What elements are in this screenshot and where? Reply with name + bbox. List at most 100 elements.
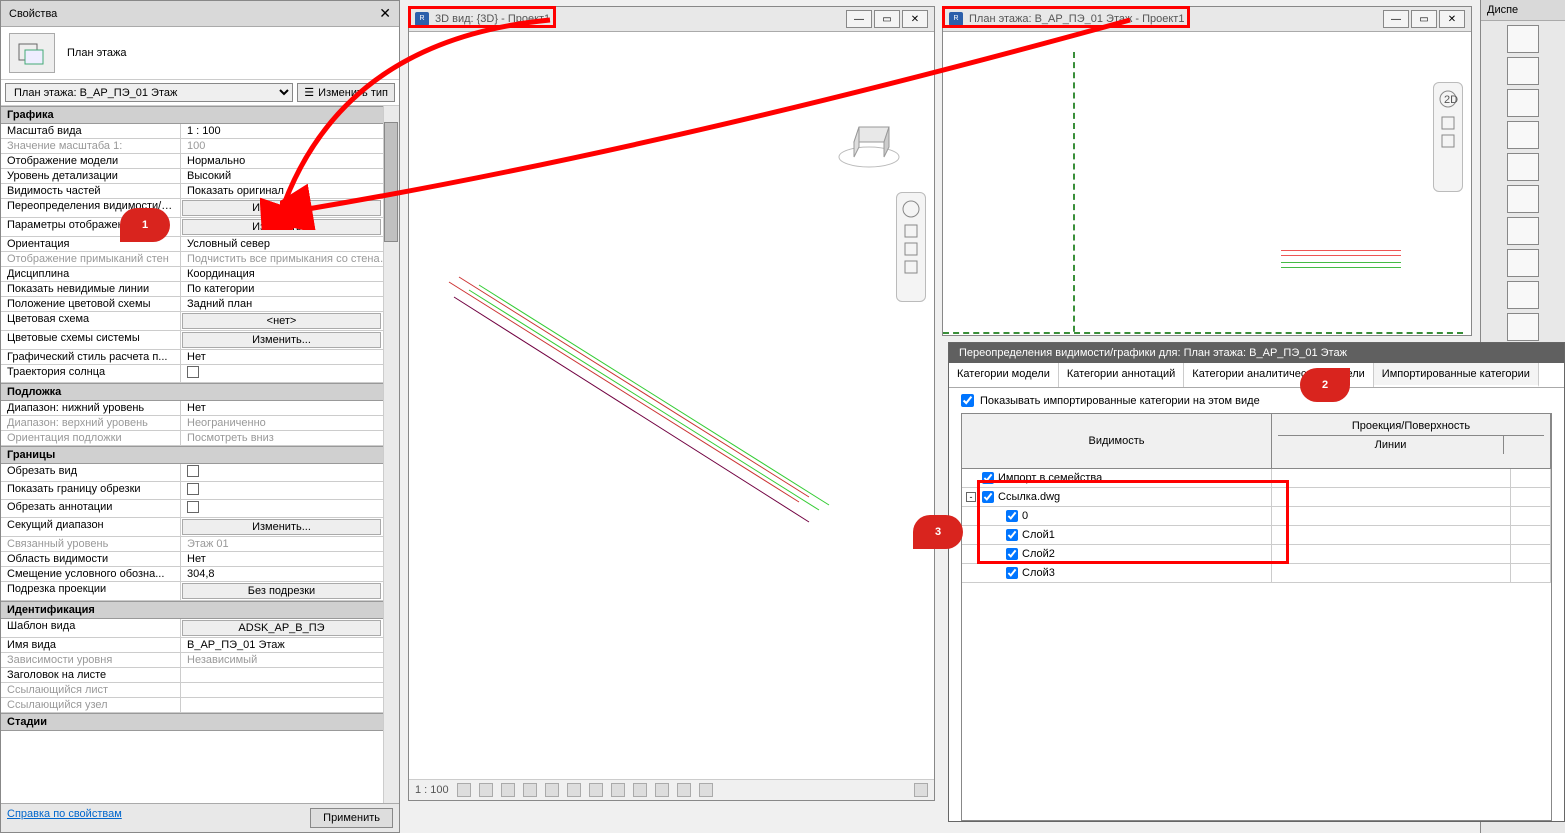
scale-label[interactable]: 1 : 100 (415, 784, 449, 796)
maximize-button[interactable]: ▭ (1411, 10, 1437, 28)
dialog-tab[interactable]: Категории модели (949, 363, 1059, 387)
group-header[interactable]: Подложка⌃ (1, 383, 399, 401)
dispatcher-icon[interactable] (1507, 185, 1539, 213)
property-value[interactable] (181, 365, 399, 382)
property-value[interactable]: Изменить... (182, 519, 381, 535)
minimize-button[interactable]: — (846, 10, 872, 28)
property-value[interactable]: Высокий (181, 169, 399, 183)
status-icon[interactable] (914, 783, 928, 797)
view-3d-canvas[interactable] (409, 32, 934, 779)
property-value[interactable]: 1 : 100 (181, 124, 399, 138)
view-plan-titlebar[interactable]: R План этажа: В_АР_ПЭ_01 Этаж - Проект1 … (943, 7, 1471, 32)
type-selector[interactable]: План этажа: В_АР_ПЭ_01 Этаж (5, 83, 293, 102)
maximize-button[interactable]: ▭ (874, 10, 900, 28)
status-icon[interactable] (501, 783, 515, 797)
category-checkbox[interactable] (1006, 510, 1018, 522)
col-projection[interactable]: Проекция/Поверхность Линии (1272, 414, 1551, 468)
property-value[interactable]: Независимый (181, 653, 399, 667)
property-value[interactable]: Нет (181, 350, 399, 364)
property-value[interactable]: Условный север (181, 237, 399, 251)
dispatcher-icon[interactable] (1507, 217, 1539, 245)
property-value[interactable]: По категории (181, 282, 399, 296)
status-icon[interactable] (589, 783, 603, 797)
status-icon[interactable] (611, 783, 625, 797)
property-value[interactable]: Координация (181, 267, 399, 281)
status-icon[interactable] (677, 783, 691, 797)
property-value[interactable]: В_АР_ПЭ_01 Этаж (181, 638, 399, 652)
property-value[interactable] (181, 668, 399, 682)
dialog-title[interactable]: Переопределения видимости/графики для: П… (949, 343, 1564, 363)
property-value[interactable]: 304,8 (181, 567, 399, 581)
navigation-bar[interactable]: 2D (1433, 82, 1463, 192)
property-value[interactable] (181, 698, 399, 712)
category-checkbox[interactable] (1006, 567, 1018, 579)
close-icon[interactable]: ✕ (379, 5, 391, 22)
show-imported-checkbox[interactable] (961, 394, 974, 407)
status-icon[interactable] (699, 783, 713, 797)
view-plan-canvas[interactable]: 2D (943, 32, 1471, 335)
category-checkbox[interactable] (1006, 529, 1018, 541)
property-value[interactable]: Изменить... (182, 219, 381, 235)
group-header[interactable]: Идентификация⌃ (1, 601, 399, 619)
status-icon[interactable] (545, 783, 559, 797)
status-icon[interactable] (457, 783, 471, 797)
col-lines[interactable]: Линии (1278, 436, 1504, 454)
dialog-tab[interactable]: Категории аннотаций (1059, 363, 1184, 387)
dispatcher-icon[interactable] (1507, 121, 1539, 149)
property-value[interactable]: Задний план (181, 297, 399, 311)
property-value[interactable] (181, 464, 399, 481)
dispatcher-icon[interactable] (1507, 313, 1539, 341)
close-button[interactable]: ✕ (902, 10, 928, 28)
status-icon[interactable] (479, 783, 493, 797)
category-row[interactable]: Импорт в семейства (962, 469, 1551, 488)
apply-button[interactable]: Применить (310, 808, 393, 828)
dispatcher-icon[interactable] (1507, 25, 1539, 53)
property-value[interactable]: Нет (181, 552, 399, 566)
property-value[interactable]: Изменить... (182, 332, 381, 348)
category-checkbox[interactable] (1006, 548, 1018, 560)
tree-expander-icon[interactable]: - (966, 492, 976, 502)
dispatcher-icon[interactable] (1507, 153, 1539, 181)
dispatcher-icon[interactable] (1507, 249, 1539, 277)
category-row[interactable]: 0 (962, 507, 1551, 526)
view-3d-titlebar[interactable]: R 3D вид: {3D} - Проект1 — ▭ ✕ (409, 7, 934, 32)
property-value[interactable]: Нормально (181, 154, 399, 168)
properties-help-link[interactable]: Справка по свойствам (7, 808, 122, 828)
col-visibility[interactable]: Видимость (962, 414, 1272, 468)
vertical-scrollbar[interactable] (383, 106, 399, 803)
property-value[interactable]: ADSK_АР_В_ПЭ (182, 620, 381, 636)
group-header[interactable]: Стадии⌃ (1, 713, 399, 731)
property-value[interactable] (181, 482, 399, 499)
category-row[interactable]: Слой3 (962, 564, 1551, 583)
category-row[interactable]: - Ссылка.dwg (962, 488, 1551, 507)
property-value[interactable]: Нет (181, 401, 399, 415)
status-icon[interactable] (655, 783, 669, 797)
property-value[interactable]: <нет> (182, 313, 381, 329)
property-value[interactable]: Этаж 01 (181, 537, 399, 551)
property-value[interactable]: 100 (181, 139, 399, 153)
group-header[interactable]: Границы⌃ (1, 446, 399, 464)
status-icon[interactable] (523, 783, 537, 797)
status-icon[interactable] (633, 783, 647, 797)
minimize-button[interactable]: — (1383, 10, 1409, 28)
category-checkbox[interactable] (982, 491, 994, 503)
dialog-tab[interactable]: Импортированные категории (1374, 363, 1539, 387)
property-value[interactable] (181, 500, 399, 517)
dispatcher-icon[interactable] (1507, 89, 1539, 117)
edit-type-button[interactable]: ☰ Изменить тип (297, 83, 395, 102)
category-row[interactable]: Слой1 (962, 526, 1551, 545)
property-value[interactable]: Изменить... (182, 200, 381, 216)
group-header[interactable]: Графика⌃ (1, 106, 399, 124)
category-row[interactable]: Слой2 (962, 545, 1551, 564)
property-value[interactable]: Показать оригинал (181, 184, 399, 198)
dispatcher-icon[interactable] (1507, 57, 1539, 85)
category-checkbox[interactable] (982, 472, 994, 484)
property-value[interactable]: Подчистить все примыкания со стенами (181, 252, 399, 266)
close-button[interactable]: ✕ (1439, 10, 1465, 28)
property-value[interactable]: Неограниченно (181, 416, 399, 430)
property-value[interactable]: Посмотреть вниз (181, 431, 399, 445)
dispatcher-icon[interactable] (1507, 281, 1539, 309)
property-value[interactable]: Без подрезки (182, 583, 381, 599)
property-value[interactable] (181, 683, 399, 697)
status-icon[interactable] (567, 783, 581, 797)
